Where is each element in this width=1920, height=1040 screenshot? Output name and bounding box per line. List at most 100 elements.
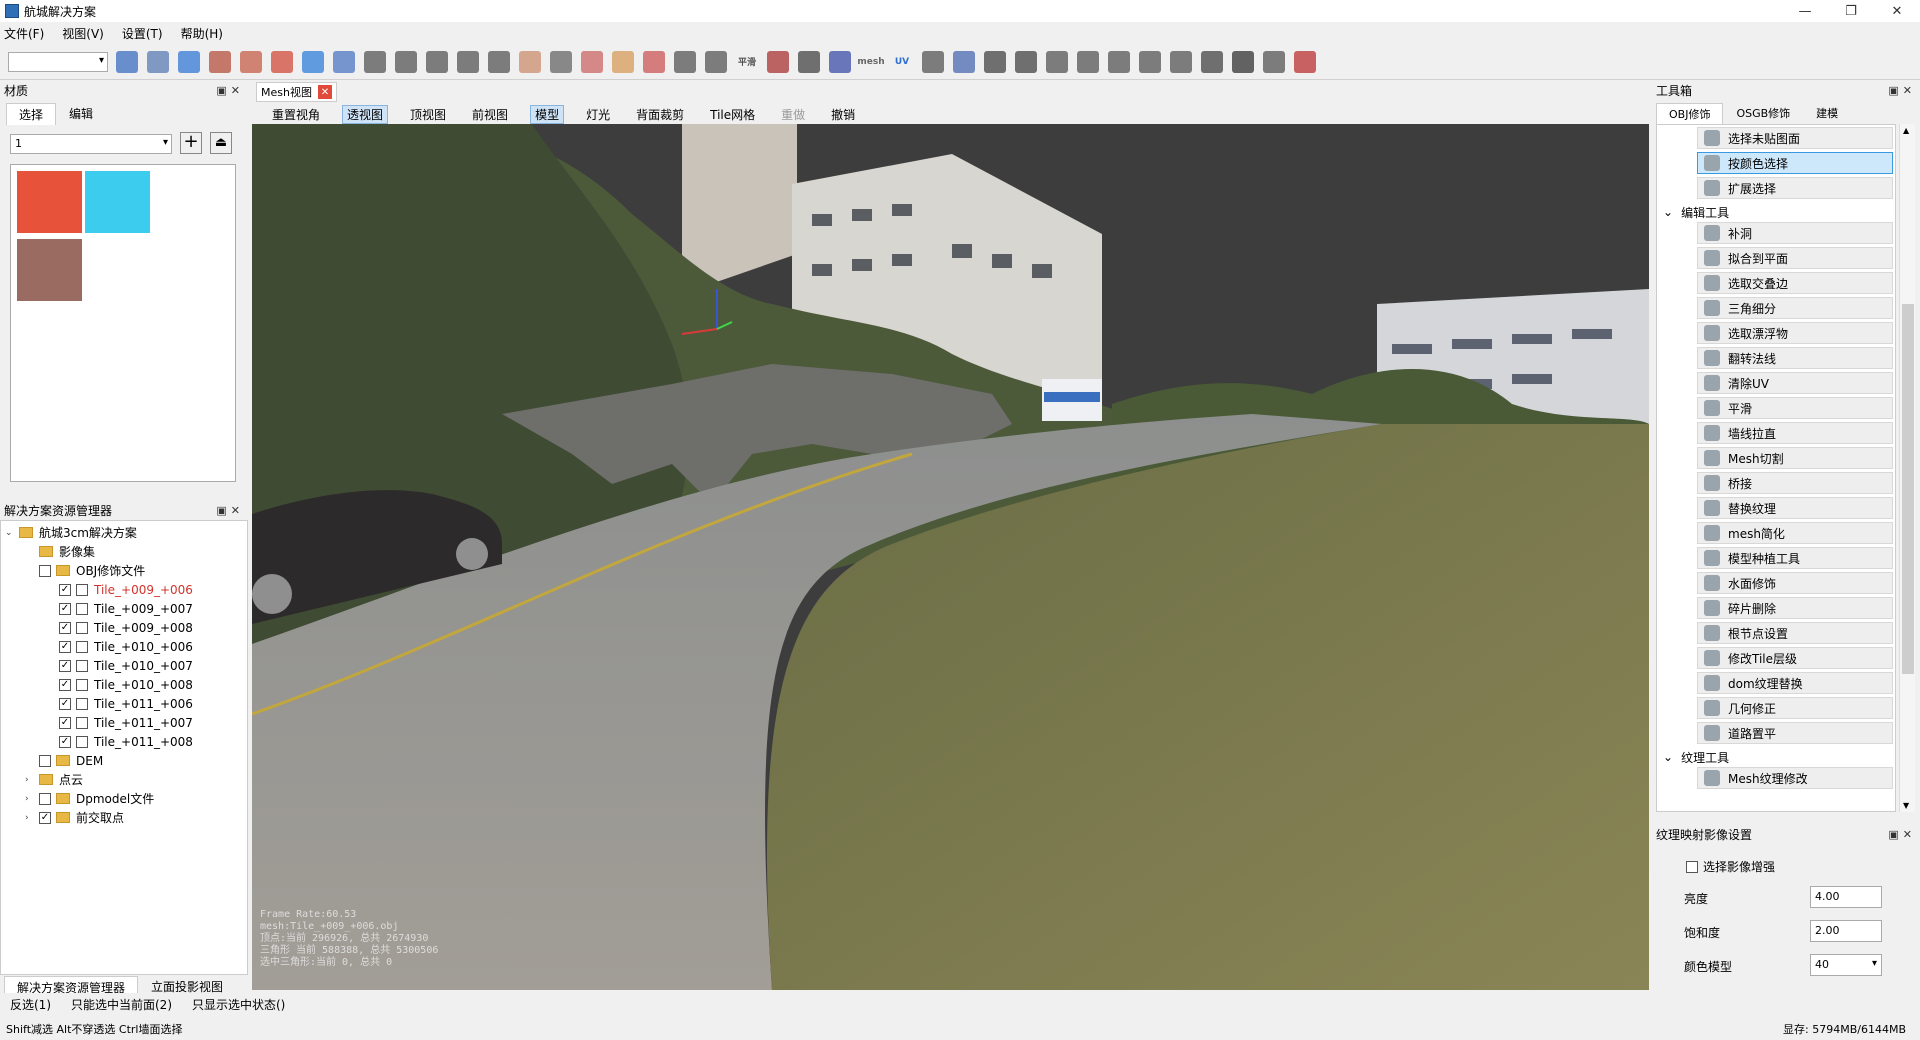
menu-view[interactable]: 视图(V)	[62, 25, 104, 42]
tool-group-header[interactable]: ⌄ 编辑工具	[1663, 203, 1729, 221]
select-current-face-button[interactable]: 只能选中当前面(2)	[71, 996, 172, 1013]
grid-icon[interactable]	[116, 50, 138, 73]
material-swatch[interactable]	[17, 239, 82, 301]
export-icon[interactable]	[1263, 50, 1285, 73]
pen-icon[interactable]	[457, 50, 479, 73]
tool-button[interactable]: 按颜色选择	[1697, 152, 1893, 174]
tool-button[interactable]: 修改Tile层级	[1697, 647, 1893, 669]
menu-help[interactable]: 帮助(H)	[181, 25, 223, 42]
tool-button[interactable]: 翻转法线	[1697, 347, 1893, 369]
view-toolbar-button[interactable]: 背面裁剪	[632, 106, 688, 123]
view-toolbar-button[interactable]: 撤销	[827, 106, 859, 123]
invert-selection-button[interactable]: 反选(1)	[10, 996, 51, 1013]
floating-icon[interactable]	[643, 50, 665, 73]
show-selected-only-button[interactable]: 只显示选中状态()	[192, 996, 285, 1013]
tool-button[interactable]: 替换纹理	[1697, 497, 1893, 519]
tree-item[interactable]: › 点云	[25, 770, 83, 789]
tree-item[interactable]: ⌄ 航城3cm解决方案	[5, 523, 137, 542]
close-red-icon[interactable]	[1294, 50, 1316, 73]
color-model-select[interactable]: 40 ▾	[1810, 954, 1882, 976]
tool-button[interactable]: 扩展选择	[1697, 177, 1893, 199]
panel-float-close-icon[interactable]: ▣✕	[216, 84, 244, 97]
expand-arrow-icon[interactable]: ⌄	[5, 528, 17, 538]
tab-mesh-view[interactable]: Mesh视图 ✕	[256, 82, 337, 102]
collapse-arrow-icon[interactable]: ⌄	[1663, 205, 1673, 219]
tile-icon[interactable]	[1139, 50, 1161, 73]
tree-item[interactable]: OBJ修饰文件	[25, 561, 145, 580]
mesh-cut-icon[interactable]	[798, 50, 820, 73]
tree-item[interactable]: ✓ Tile_+010_+008	[45, 675, 193, 694]
diamond-icon[interactable]	[240, 50, 262, 73]
view-toolbar-button[interactable]: 前视图	[468, 106, 512, 123]
close-tab-icon[interactable]: ✕	[317, 85, 332, 99]
mesh-simplify-icon[interactable]	[953, 50, 975, 73]
download-icon[interactable]	[1201, 50, 1223, 73]
tab-select[interactable]: 选择	[6, 103, 57, 125]
tool-button[interactable]: 选取漂浮物	[1697, 322, 1893, 344]
close-icon[interactable]: ✕	[1874, 0, 1920, 22]
saturation-spinbox[interactable]: 2.00	[1810, 920, 1882, 942]
scroll-thumb[interactable]	[1902, 304, 1914, 674]
tree-item[interactable]: › ✓ 前交取点	[25, 808, 124, 827]
tool-button[interactable]: 道路置平	[1697, 722, 1893, 744]
tree-checkbox[interactable]	[39, 564, 51, 577]
tree-checkbox[interactable]	[39, 792, 51, 805]
wall-icon[interactable]	[767, 50, 789, 73]
material-swatch[interactable]	[17, 171, 82, 233]
tree-item[interactable]: ✓ Tile_+009_+008	[45, 618, 193, 637]
expand-arrow-icon[interactable]: ›	[25, 813, 37, 823]
brush-icon[interactable]	[395, 50, 417, 73]
tree-checkbox[interactable]: ✓	[59, 640, 71, 653]
view-toolbar-button[interactable]: 透视图	[342, 104, 389, 124]
arrow-select-icon[interactable]	[426, 50, 448, 73]
mesh-icon[interactable]: mesh	[857, 51, 884, 73]
tree-item[interactable]: › Dpmodel文件	[25, 789, 154, 808]
tree-item[interactable]: ✓ Tile_+011_+006	[45, 694, 193, 713]
add-material-button[interactable]: +	[180, 132, 202, 154]
tool-button[interactable]: Mesh纹理修改	[1697, 767, 1893, 789]
eraser-icon[interactable]	[705, 50, 727, 73]
view-toolbar-button[interactable]: 灯光	[582, 106, 614, 123]
image-enhance-checkbox[interactable]	[1686, 860, 1698, 873]
tool-button[interactable]: 碎片删除	[1697, 597, 1893, 619]
tree-item[interactable]: ✓ Tile_+009_+006	[45, 580, 193, 599]
tool-button[interactable]: 选取交叠边	[1697, 272, 1893, 294]
tool-button[interactable]: 根节点设置	[1697, 622, 1893, 644]
tree-checkbox[interactable]: ✓	[59, 621, 71, 634]
tree-item[interactable]: DEM	[25, 751, 103, 770]
tool-button[interactable]: 平滑	[1697, 397, 1893, 419]
tree-item[interactable]: ✓ Tile_+011_+008	[45, 732, 193, 751]
tool-button[interactable]: 选择未贴图面	[1697, 127, 1893, 149]
pointer-icon[interactable]	[364, 50, 386, 73]
anchor-icon[interactable]	[984, 50, 1006, 73]
flip-icon[interactable]	[674, 50, 696, 73]
tool-button[interactable]: 桥接	[1697, 472, 1893, 494]
expand-arrow-icon[interactable]: ›	[25, 775, 37, 785]
tool-button[interactable]: 水面修饰	[1697, 572, 1893, 594]
view-toolbar-button[interactable]: 重置视角	[268, 106, 324, 123]
tool-button[interactable]: 拟合到平面	[1697, 247, 1893, 269]
collapse-arrow-icon[interactable]: ⌄	[1663, 750, 1673, 764]
scroll-up-icon[interactable]: ▲	[1903, 126, 1909, 135]
tree-item[interactable]: ✓ Tile_+011_+007	[45, 713, 193, 732]
restore-icon[interactable]: ❐	[1828, 0, 1874, 22]
menu-settings[interactable]: 设置(T)	[122, 25, 163, 42]
view-toolbar-button[interactable]: 顶视图	[406, 106, 450, 123]
tab-edit[interactable]: 编辑	[56, 102, 106, 125]
model-icon[interactable]	[1232, 50, 1254, 73]
panel-float-close-icon[interactable]: ▣✕	[1888, 84, 1916, 97]
panel-float-close-icon[interactable]: ▣✕	[216, 504, 244, 517]
tool-button[interactable]: 几何修正	[1697, 697, 1893, 719]
view-toolbar-button[interactable]: 模型	[530, 104, 565, 124]
toolbox-scrollbar[interactable]: ▲ ▼	[1899, 124, 1915, 812]
tool-button[interactable]: 模型种植工具	[1697, 547, 1893, 569]
menu-file[interactable]: 文件(F)	[4, 25, 44, 42]
select-box-icon[interactable]	[271, 50, 293, 73]
tree-checkbox[interactable]: ✓	[59, 716, 71, 729]
uv-icon[interactable]: UV	[891, 51, 913, 73]
scroll-down-icon[interactable]: ▼	[1903, 801, 1909, 810]
smooth-icon[interactable]: 平滑	[736, 51, 758, 73]
edge-icon[interactable]	[581, 50, 603, 73]
tree-checkbox[interactable]: ✓	[59, 678, 71, 691]
tab-osgb-edit[interactable]: OSGB修饰	[1723, 102, 1803, 124]
